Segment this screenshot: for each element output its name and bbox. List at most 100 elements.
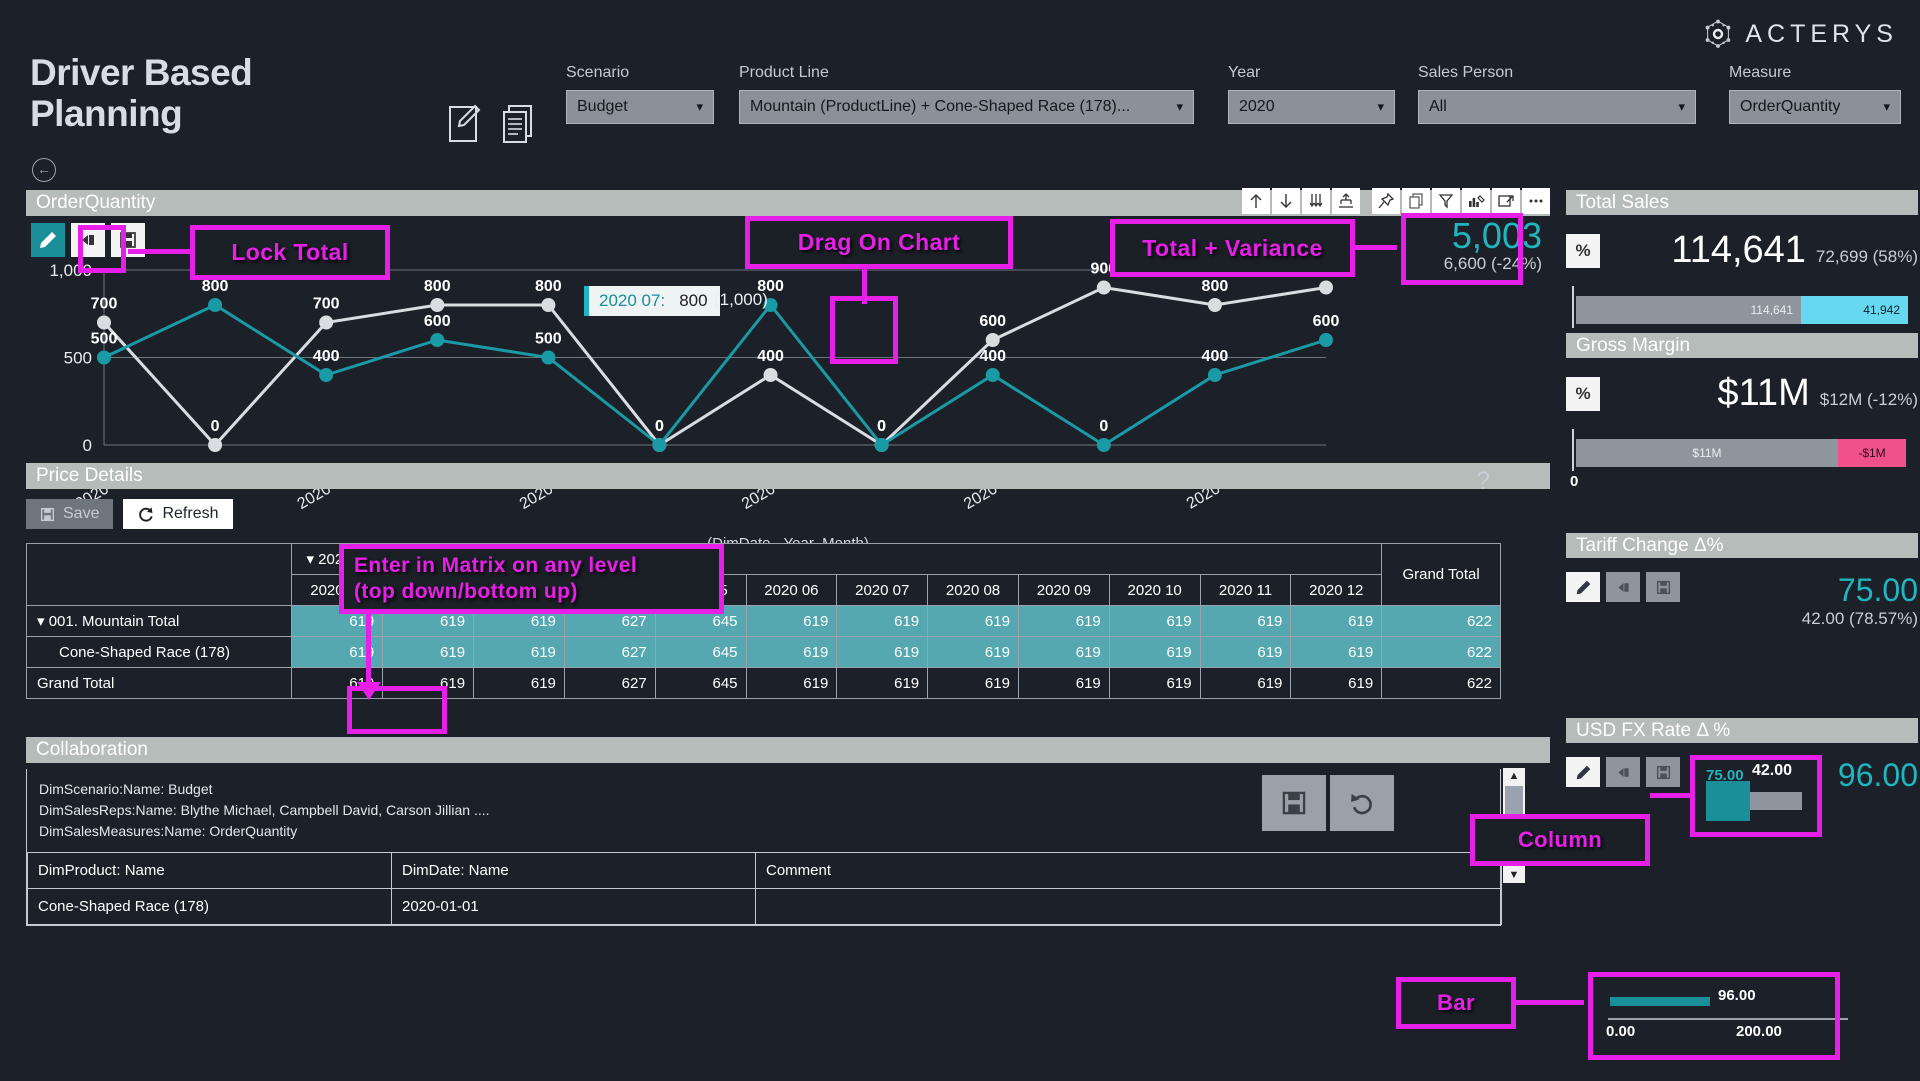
matrix-cell[interactable]: 619	[1200, 606, 1291, 637]
matrix-cell[interactable]: 619	[474, 637, 565, 668]
matrix-row-label[interactable]: Cone-Shaped Race (178)	[27, 637, 292, 668]
matrix-cell[interactable]: 619	[928, 606, 1019, 637]
kpi-value-row: % 114,641 72,699 (58%)	[1566, 229, 1918, 272]
percent-toggle-button[interactable]: %	[1566, 234, 1600, 268]
matrix-cell[interactable]: 619	[837, 606, 928, 637]
matrix-col-header[interactable]: 2020 11	[1200, 575, 1291, 606]
refresh-button[interactable]: Refresh	[123, 499, 232, 529]
line-chart-svg[interactable]: 05001,0007000700800800040006009008009005…	[26, 260, 1550, 460]
matrix-cell[interactable]: 619	[1109, 668, 1200, 699]
matrix-cell[interactable]: 627	[564, 668, 655, 699]
table-row[interactable]: Cone-Shaped Race (178)619619619627645619…	[27, 637, 1501, 668]
matrix-cell[interactable]: 619	[1291, 668, 1382, 699]
collab-cell[interactable]: 2020-01-01	[392, 889, 756, 925]
collab-col-header[interactable]: DimDate: Name	[392, 853, 756, 889]
matrix-cell[interactable]: 619	[1291, 606, 1382, 637]
callout-bar: Bar	[1396, 977, 1516, 1029]
svg-text:0: 0	[211, 418, 220, 435]
matrix-cell[interactable]: 619	[746, 668, 837, 699]
matrix-cell[interactable]: 619	[746, 637, 837, 668]
edit-pencil-button[interactable]	[1566, 572, 1600, 602]
year-select[interactable]: 2020 ▾	[1228, 90, 1395, 124]
matrix-cell[interactable]: 619	[1109, 637, 1200, 668]
matrix-col-header[interactable]: 2020 06	[746, 575, 837, 606]
copy-document-icon[interactable]	[501, 103, 535, 145]
matrix-cell[interactable]: 619	[1109, 606, 1200, 637]
table-row[interactable]: ▾ 001. Mountain Total6196196196276456196…	[27, 606, 1501, 637]
matrix-col-header[interactable]: 2020 09	[1018, 575, 1109, 606]
drill-up-hierarchy-icon[interactable]	[1332, 188, 1360, 214]
matrix-col-header[interactable]: 2020 12	[1291, 575, 1382, 606]
matrix-cell[interactable]: 619	[837, 668, 928, 699]
collab-col-header[interactable]: DimProduct: Name	[28, 853, 392, 889]
percent-toggle-button[interactable]: %	[1566, 377, 1600, 411]
matrix-cell[interactable]: 619	[474, 668, 565, 699]
list-item[interactable]: Cone-Shaped Race (178)2020-01-01	[28, 889, 1502, 925]
collab-undo-button[interactable]	[1330, 775, 1394, 831]
collab-cell[interactable]	[756, 889, 1502, 925]
edit-pencil-button[interactable]	[1566, 757, 1600, 787]
save-button[interactable]	[1646, 757, 1680, 787]
chart-total-sub: 6,600 (-24%)	[1432, 254, 1542, 274]
scroll-down-arrow-icon[interactable]: ▼	[1509, 869, 1520, 883]
matrix-cell[interactable]: 619	[1018, 668, 1109, 699]
matrix-cell[interactable]: 645	[655, 668, 746, 699]
matrix-cell[interactable]: 627	[564, 637, 655, 668]
matrix-row-label[interactable]: ▾ 001. Mountain Total	[27, 606, 292, 637]
scroll-up-arrow-icon[interactable]: ▲	[1509, 768, 1520, 782]
price-details-matrix[interactable]: ▾ 2020 Grand Total 2020 012020 022020 03…	[26, 543, 1501, 699]
drill-down-icon[interactable]	[1302, 188, 1330, 214]
matrix-cell[interactable]: 619	[1200, 637, 1291, 668]
matrix-cell[interactable]: 619	[928, 637, 1019, 668]
scenario-select[interactable]: Budget ▾	[566, 90, 714, 124]
matrix-row-label[interactable]: Grand Total	[27, 668, 292, 699]
save-button[interactable]	[1646, 572, 1680, 602]
expander-icon[interactable]: ▾	[306, 551, 314, 568]
sort-ascending-icon[interactable]	[1242, 188, 1270, 214]
spotlight-icon[interactable]	[1462, 188, 1490, 214]
matrix-cell[interactable]: 619	[1018, 606, 1109, 637]
bar-axis-min: 0.00	[1606, 1023, 1635, 1040]
focus-mode-icon[interactable]	[1492, 188, 1520, 214]
back-arrow-icon[interactable]: ←	[32, 158, 56, 182]
table-row[interactable]: Grand Total61961961962764561961961961961…	[27, 668, 1501, 699]
edit-pencil-button[interactable]	[31, 223, 65, 257]
kpi-bar-main: 114,641	[1576, 296, 1801, 324]
svg-text:600: 600	[424, 313, 451, 330]
lock-total-button[interactable]	[1606, 757, 1640, 787]
copy-icon[interactable]	[1402, 188, 1430, 214]
collab-cell[interactable]: Cone-Shaped Race (178)	[28, 889, 392, 925]
pin-icon[interactable]	[1372, 188, 1400, 214]
product-line-select[interactable]: Mountain (ProductLine) + Cone-Shaped Rac…	[739, 90, 1194, 124]
matrix-cell[interactable]: 619	[1018, 637, 1109, 668]
kpi-card-total-sales: Total Sales % 114,641 72,699 (58%) 114,6…	[1566, 190, 1918, 334]
measure-select[interactable]: OrderQuantity ▾	[1729, 90, 1901, 124]
matrix-col-header[interactable]: 2020 08	[928, 575, 1019, 606]
matrix-cell[interactable]: 619	[837, 637, 928, 668]
matrix-col-header[interactable]: 2020 10	[1109, 575, 1200, 606]
help-icon[interactable]: ?	[1476, 467, 1490, 496]
matrix-cell[interactable]: 619	[383, 637, 474, 668]
sales-person-select[interactable]: All ▾	[1418, 90, 1696, 124]
sort-descending-icon[interactable]	[1272, 188, 1300, 214]
matrix-cell[interactable]: 619	[746, 606, 837, 637]
matrix-cell[interactable]: 619	[383, 668, 474, 699]
bar-axis-line	[1608, 1018, 1848, 1020]
lock-total-button[interactable]	[71, 223, 105, 257]
collaboration-table[interactable]: DimProduct: NameDimDate: NameComment Con…	[27, 852, 1502, 925]
matrix-col-header[interactable]: 2020 07	[837, 575, 928, 606]
collab-col-header[interactable]: Comment	[756, 853, 1502, 889]
more-options-icon[interactable]	[1522, 188, 1550, 214]
edit-pencil-icon[interactable]	[447, 103, 481, 145]
callout-column: Column	[1470, 814, 1650, 866]
matrix-cell[interactable]: 619	[1200, 668, 1291, 699]
collab-save-button[interactable]	[1262, 775, 1326, 831]
tooltip-category: 2020 07:	[599, 291, 665, 311]
line-chart-plot[interactable]: 05001,0007000700800800040006009008009005…	[26, 260, 1550, 460]
lock-total-button[interactable]	[1606, 572, 1640, 602]
filter-icon[interactable]	[1432, 188, 1460, 214]
matrix-cell[interactable]: 645	[655, 637, 746, 668]
matrix-cell[interactable]: 619	[928, 668, 1019, 699]
save-button[interactable]: Save	[26, 499, 113, 529]
matrix-cell[interactable]: 619	[1291, 637, 1382, 668]
